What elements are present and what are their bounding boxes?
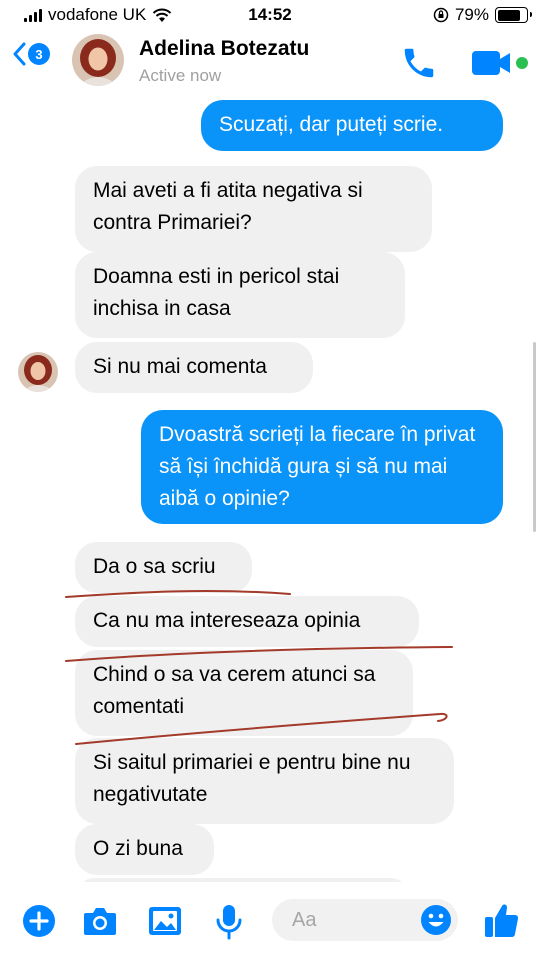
composer-bar: [0, 882, 540, 960]
emoji-icon[interactable]: [420, 904, 452, 936]
battery-percent: 79%: [454, 5, 489, 24]
orientation-lock-icon: [433, 7, 449, 23]
message-bubble-incoming[interactable]: Doamna esti in pericol stai inchisa in c…: [75, 252, 405, 338]
message-bubble-incoming[interactable]: Ca nu ma intereseaza opinia: [75, 596, 419, 647]
battery-icon: [495, 7, 532, 23]
contact-avatar[interactable]: [72, 34, 124, 86]
sender-avatar[interactable]: [18, 352, 58, 392]
back-chevron-icon: [13, 42, 26, 66]
phone-icon[interactable]: [400, 44, 438, 82]
message-input-field[interactable]: [272, 899, 458, 941]
message-input[interactable]: [292, 899, 412, 941]
conversation-header: 3 Adelina Botezatu Active now: [0, 30, 540, 92]
message-bubble-outgoing[interactable]: Dvoastră scrieți la fiecare în privat să…: [141, 410, 503, 524]
message-bubble-incoming[interactable]: Chind o sa va cerem atunci sa comentati: [75, 650, 413, 736]
message-bubble-incoming[interactable]: Si nu mai comenta: [75, 342, 313, 393]
battery-fill: [497, 9, 520, 21]
contact-name[interactable]: Adelina Botezatu: [139, 37, 309, 61]
message-bubble-outgoing[interactable]: Scuzați, dar puteți scrie.: [201, 100, 503, 151]
message-bubble-incoming[interactable]: Si saitul primariei e pentru bine nu neg…: [75, 738, 454, 824]
presence-status: Active now: [139, 66, 222, 85]
message-thread[interactable]: Scuzați, dar puteți scrie. Mai aveti a f…: [0, 92, 540, 882]
thumbs-up-icon[interactable]: [482, 900, 522, 940]
message-bubble-incoming[interactable]: Mai aveti a fi atita negativa si contra …: [75, 166, 432, 252]
plus-icon[interactable]: [22, 904, 56, 938]
video-camera-icon[interactable]: [470, 48, 532, 78]
message-bubble-incoming[interactable]: Da o sa scriu: [75, 542, 252, 593]
unread-badge: 3: [28, 43, 50, 65]
status-right: 79%: [433, 5, 532, 25]
message-bubble-incoming[interactable]: O zi buna: [75, 824, 214, 875]
image-icon[interactable]: [147, 904, 183, 938]
scroll-indicator[interactable]: [533, 342, 536, 532]
status-bar: vodafone UK 14:52 79%: [0, 0, 540, 30]
microphone-icon[interactable]: [214, 904, 244, 940]
camera-icon[interactable]: [82, 904, 118, 938]
back-button[interactable]: 3: [12, 42, 50, 66]
